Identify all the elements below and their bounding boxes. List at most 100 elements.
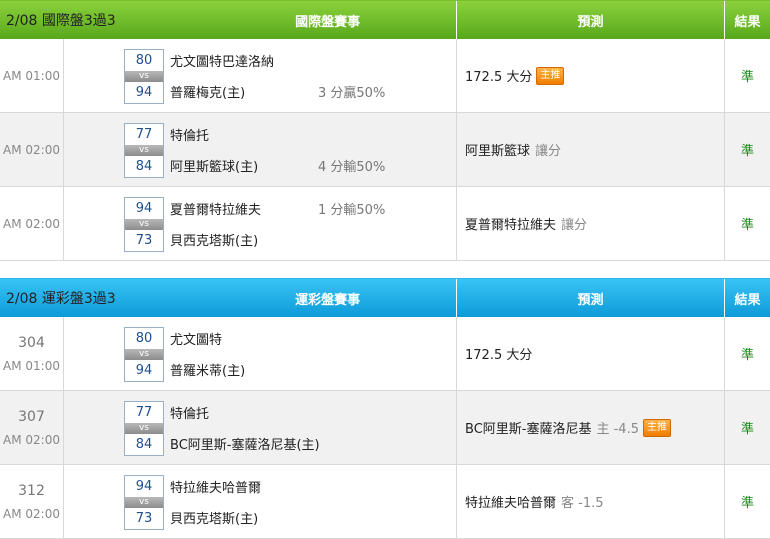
match-row: AM 01:00 80 vs 94 尤文圖特巴達洛納 普羅梅克(主) 3 分贏5… — [0, 39, 770, 113]
score-away: 80 — [135, 53, 153, 68]
column-header-event: 國際盤賽事 — [295, 14, 361, 30]
prediction-cell: BC阿里斯-塞薩洛尼基 主 -4.5 主推 — [457, 391, 725, 464]
match-time: AM 01:00 — [3, 68, 60, 83]
column-header-prediction: 預測 — [455, 279, 724, 317]
spread-result: 3 分贏50% — [318, 86, 386, 101]
spread-result: 1 分輸50% — [318, 203, 386, 218]
prediction-text: 夏普爾特拉維夫 — [465, 218, 557, 233]
match-time: AM 01:00 — [3, 358, 60, 373]
match-time: AM 02:00 — [3, 142, 60, 157]
match-time: AM 02:00 — [3, 506, 60, 521]
spread-result: 4 分輸50% — [318, 160, 386, 175]
team-home[interactable]: 普羅米蒂(主) — [170, 360, 245, 379]
match-time-cell: 304 AM 01:00 — [0, 317, 64, 390]
score-home: 94 — [135, 363, 153, 378]
match-row: 307 AM 02:00 77 vs 84 特倫托 BC阿里斯-塞薩洛尼基(主)… — [0, 391, 770, 465]
team-home[interactable]: 普羅梅克(主) — [170, 82, 245, 101]
prediction-text: 特拉維夫哈普爾 — [465, 496, 557, 511]
vs-label: vs — [125, 423, 163, 434]
result-cell: 準 — [740, 218, 754, 233]
match-row: 312 AM 02:00 94 vs 73 特拉維夫哈普爾 貝西克塔斯(主) 特… — [0, 465, 770, 539]
section-date-title: 2/08 國際盤3過3 — [6, 13, 116, 29]
team-away[interactable]: 尤文圖特 — [170, 329, 222, 348]
team-away[interactable]: 尤文圖特巴達洛納 — [170, 51, 274, 70]
score-box: 94 vs 73 — [124, 475, 164, 530]
match-cell: 94 vs 73 特拉維夫哈普爾 貝西克塔斯(主) — [64, 465, 457, 538]
score-box: 80 vs 94 — [124, 49, 164, 104]
column-header-result: 結果 — [724, 279, 770, 317]
score-home: 73 — [135, 233, 153, 248]
vs-label: vs — [125, 497, 163, 508]
result-cell: 準 — [740, 144, 754, 159]
match-time-cell: AM 01:00 — [0, 39, 64, 112]
featured-badge: 主推 — [642, 418, 671, 437]
column-header-event: 運彩盤賽事 — [295, 292, 361, 308]
prediction-cell: 172.5 大分 主推 — [457, 39, 725, 112]
match-cell: 80 vs 94 尤文圖特巴達洛納 普羅梅克(主) 3 分贏50% — [64, 39, 457, 112]
team-away[interactable]: 特倫托 — [170, 125, 209, 144]
match-cell: 77 vs 84 特倫托 BC阿里斯-塞薩洛尼基(主) — [64, 391, 457, 464]
score-box: 80 vs 94 — [124, 327, 164, 382]
prediction-type: 讓分 — [535, 144, 562, 159]
vs-label: vs — [125, 145, 163, 156]
prediction-text: 172.5 大分 — [465, 70, 533, 85]
sports-lottery-section: 2/08 運彩盤3過3 運彩盤賽事 預測 結果 304 AM 01:00 80 … — [0, 278, 770, 539]
match-time: AM 02:00 — [3, 216, 60, 231]
prediction-text: 阿里斯籃球 — [465, 144, 531, 159]
prediction-type: 主 -4.5 — [596, 422, 639, 437]
team-home[interactable]: 貝西克塔斯(主) — [170, 508, 258, 527]
match-row: AM 02:00 94 vs 73 夏普爾特拉維夫 貝西克塔斯(主) 1 分輸5… — [0, 187, 770, 261]
team-away[interactable]: 夏普爾特拉維夫 — [170, 199, 261, 218]
score-home: 84 — [135, 159, 153, 174]
score-box: 94 vs 73 — [124, 197, 164, 252]
score-away: 94 — [135, 479, 153, 494]
section-date-title: 2/08 運彩盤3過3 — [6, 291, 116, 307]
match-time-cell: 307 AM 02:00 — [0, 391, 64, 464]
game-number: 312 — [18, 482, 45, 499]
section-header: 2/08 國際盤3過3 國際盤賽事 預測 結果 — [0, 0, 770, 39]
column-header-result: 結果 — [724, 1, 770, 39]
game-number: 304 — [18, 334, 45, 351]
international-section: 2/08 國際盤3過3 國際盤賽事 預測 結果 AM 01:00 80 vs 9… — [0, 0, 770, 261]
score-away: 77 — [135, 405, 153, 420]
section-header: 2/08 運彩盤3過3 運彩盤賽事 預測 結果 — [0, 278, 770, 317]
score-home: 94 — [135, 85, 153, 100]
column-header-prediction: 預測 — [455, 1, 724, 39]
prediction-type: 客 -1.5 — [561, 496, 604, 511]
game-number: 307 — [18, 408, 45, 425]
team-home[interactable]: 阿里斯籃球(主) — [170, 156, 258, 175]
score-home: 84 — [135, 437, 153, 452]
team-home[interactable]: 貝西克塔斯(主) — [170, 230, 258, 249]
prediction-cell: 特拉維夫哈普爾 客 -1.5 — [457, 465, 725, 538]
result-cell: 準 — [740, 422, 754, 437]
match-time: AM 02:00 — [3, 432, 60, 447]
score-away: 77 — [135, 127, 153, 142]
team-away[interactable]: 特拉維夫哈普爾 — [170, 477, 261, 496]
match-row: 304 AM 01:00 80 vs 94 尤文圖特 普羅米蒂(主) 172.5… — [0, 317, 770, 391]
match-time-cell: AM 02:00 — [0, 113, 64, 186]
prediction-type: 讓分 — [561, 218, 588, 233]
team-away[interactable]: 特倫托 — [170, 403, 209, 422]
match-cell: 77 vs 84 特倫托 阿里斯籃球(主) 4 分輸50% — [64, 113, 457, 186]
prediction-text: BC阿里斯-塞薩洛尼基 — [465, 422, 592, 437]
vs-label: vs — [125, 219, 163, 230]
prediction-text: 172.5 大分 — [465, 348, 533, 363]
score-away: 94 — [135, 201, 153, 216]
result-cell: 準 — [740, 70, 754, 85]
score-away: 80 — [135, 331, 153, 346]
score-box: 77 vs 84 — [124, 401, 164, 456]
result-cell: 準 — [740, 348, 754, 363]
score-box: 77 vs 84 — [124, 123, 164, 178]
vs-label: vs — [125, 349, 163, 360]
prediction-cell: 172.5 大分 — [457, 317, 725, 390]
score-home: 73 — [135, 511, 153, 526]
match-row: AM 02:00 77 vs 84 特倫托 阿里斯籃球(主) 4 分輸50% 阿… — [0, 113, 770, 187]
match-cell: 80 vs 94 尤文圖特 普羅米蒂(主) — [64, 317, 457, 390]
team-home[interactable]: BC阿里斯-塞薩洛尼基(主) — [170, 434, 320, 453]
result-cell: 準 — [740, 496, 754, 511]
match-time-cell: 312 AM 02:00 — [0, 465, 64, 538]
match-time-cell: AM 02:00 — [0, 187, 64, 260]
vs-label: vs — [125, 71, 163, 82]
featured-badge: 主推 — [536, 66, 565, 85]
prediction-cell: 阿里斯籃球 讓分 — [457, 113, 725, 186]
